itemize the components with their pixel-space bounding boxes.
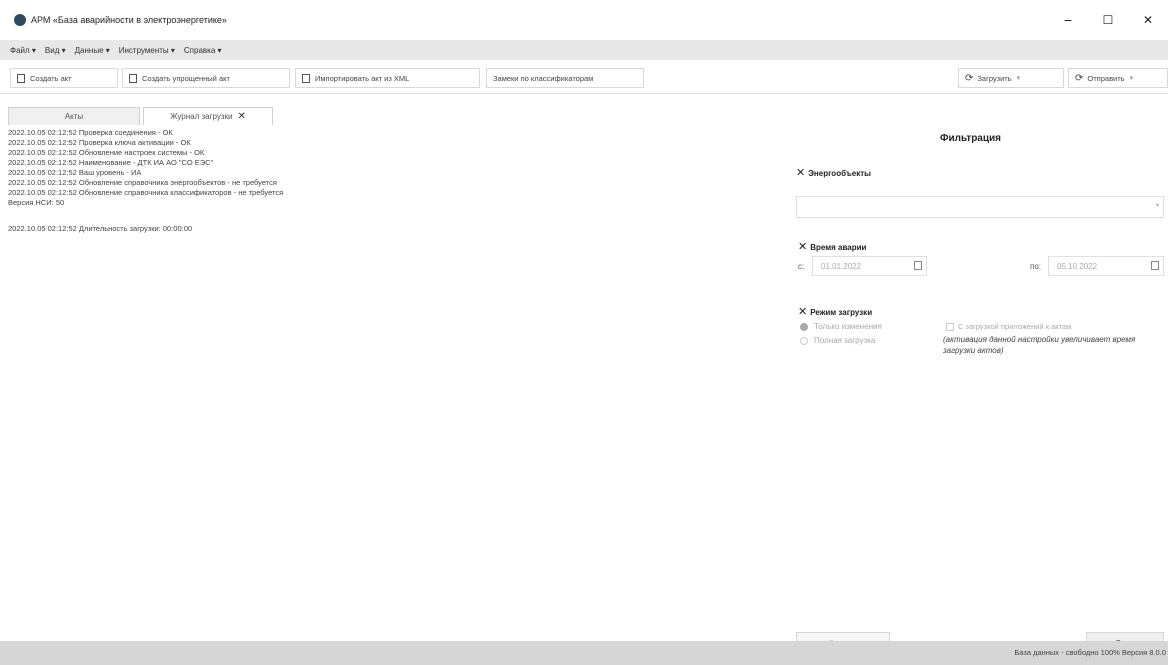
attachments-checkbox[interactable]: С загрузкой приложений к актам (946, 322, 1071, 331)
date-from-label: с: (798, 262, 805, 271)
energy-objects-select[interactable]: ▾ (796, 196, 1164, 218)
classifier-remarks-button[interactable]: Замеки по классификаторам (486, 68, 644, 88)
attachments-note: (активация данной настройки увеличивает … (943, 335, 1136, 355)
log-spacer (8, 208, 778, 224)
create-act-button[interactable]: Создать акт (10, 68, 118, 88)
refresh-icon: ⟳ (1075, 72, 1084, 84)
status-bar: База данных - свободно 100% Версия 8.0.0 (0, 641, 1168, 665)
document-icon (129, 73, 137, 83)
load-log: 2022.10.05 02:12:52 Проверка соединения … (8, 128, 778, 234)
full-load-label: Полная загрузка (814, 336, 876, 345)
menu-data[interactable]: Данные ▾ (75, 46, 110, 55)
filter-title: Фильтрация (940, 133, 1002, 144)
filter-panel: Фильтрация ✕ Энергообъекты ▾ ✕ Время авари… (790, 128, 1168, 628)
only-changes-label: Только изменения (814, 322, 882, 331)
date-to-value: 05.10.2022 (1057, 262, 1098, 271)
date-to-input[interactable]: 05.10.2022 (1048, 256, 1164, 276)
accident-time-label: Время аварии (810, 243, 867, 252)
clear-accident-time-icon[interactable]: ✕ (798, 241, 807, 253)
menu-view[interactable]: Вид ▾ (45, 46, 66, 55)
attachments-label: С загрузкой приложений к актам (958, 322, 1072, 331)
log-duration: 2022.10.05 02:12:52 Длительность загрузк… (8, 224, 193, 233)
refresh-icon: ⟳ (965, 72, 974, 84)
log-line: Версия НСИ: 50 (8, 198, 65, 207)
calendar-icon[interactable] (1151, 261, 1159, 270)
chevron-down-icon: ▾ (1155, 203, 1159, 209)
title-bar: АРМ «База аварийности в электроэнергетик… (0, 0, 1168, 40)
energy-objects-label: Энергообъекты (808, 169, 871, 178)
date-from-input[interactable]: 01.01.2022 (812, 256, 927, 276)
menu-file[interactable]: Файл ▾ (10, 46, 36, 55)
window-controls: − ☐ ✕ (1048, 0, 1168, 40)
download-label: Загрузить (977, 73, 1012, 83)
load-mode-label: Режим загрузки (810, 308, 873, 317)
classifier-remarks-label: Замеки по классификаторам (493, 73, 594, 83)
clear-load-mode-icon[interactable]: ✕ (798, 306, 807, 318)
tab-bar: Акты Журнал загрузки ✕ (8, 107, 276, 125)
status-text: База данных - свободно 100% Версия 8.0.0 (1014, 648, 1166, 657)
chevron-down-icon[interactable]: ▾ (1017, 74, 1021, 82)
send-label: Отправить (1087, 73, 1125, 83)
log-line: 2022.10.05 02:12:52 Обновление справочни… (8, 178, 277, 187)
maximize-button[interactable]: ☐ (1088, 0, 1128, 40)
import-xml-button[interactable]: Импортировать акт из XML (295, 68, 480, 88)
radio-dot (800, 322, 808, 331)
menu-help[interactable]: Справка ▾ (184, 46, 222, 55)
load-mode-header: ✕ Режим загрузки (798, 305, 872, 318)
log-line: 2022.10.05 02:12:52 Проверка ключа актив… (8, 138, 191, 147)
document-icon (17, 73, 25, 83)
checkbox-box (946, 322, 954, 331)
chevron-down-icon[interactable]: ▾ (1130, 74, 1134, 82)
create-simple-act-button[interactable]: Создать упрощенный акт (122, 68, 290, 88)
toolbar: Создать акт Создать упрощенный акт Импор… (0, 60, 1168, 94)
log-line: 2022.10.05 02:12:52 Наименование - ДТК И… (8, 158, 214, 167)
send-button[interactable]: ⟳ Отправить ▾ (1068, 68, 1168, 88)
radio-full-load[interactable]: Полная загрузка (800, 336, 875, 345)
close-icon[interactable]: ✕ (238, 111, 246, 122)
radio-dot (800, 336, 808, 345)
download-button[interactable]: ⟳ Загрузить ▾ (958, 68, 1064, 88)
tab-load-log[interactable]: Журнал загрузки ✕ (143, 107, 273, 125)
create-simple-act-label: Создать упрощенный акт (142, 73, 230, 83)
create-act-label: Создать акт (30, 73, 72, 83)
window-title: АРМ «База аварийности в электроэнергетик… (31, 15, 227, 25)
log-line: 2022.10.05 02:12:52 Обновление настроек … (8, 148, 205, 157)
date-from-value: 01.01.2022 (821, 262, 862, 271)
clear-energy-objects-icon[interactable]: ✕ (796, 167, 805, 179)
log-line: 2022.10.05 02:12:52 Ваш уровень - ИА (8, 168, 142, 177)
tab-acts-label: Акты (64, 112, 84, 121)
import-xml-label: Импортировать акт из XML (315, 73, 410, 83)
log-line: 2022.10.05 02:12:52 Обновление справочни… (8, 188, 284, 197)
menu-bar: Файл ▾ Вид ▾ Данные ▾ Инструменты ▾ Спра… (0, 40, 1168, 60)
log-line: 2022.10.05 02:12:52 Проверка соединения … (8, 128, 173, 137)
close-button[interactable]: ✕ (1128, 0, 1168, 40)
energy-objects-header: ✕ Энергообъекты (796, 166, 871, 179)
app-icon (14, 14, 26, 26)
import-icon (302, 73, 310, 83)
menu-tools[interactable]: Инструменты ▾ (119, 46, 175, 55)
calendar-icon[interactable] (914, 261, 922, 270)
date-to-label: по: (1030, 262, 1042, 271)
accident-time-header: ✕ Время аварии (798, 240, 866, 253)
radio-only-changes[interactable]: Только изменения (800, 322, 882, 331)
tab-load-log-label: Журнал загрузки (170, 112, 233, 121)
minimize-button[interactable]: − (1048, 0, 1088, 40)
status-bar-bg (0, 641, 1168, 665)
tab-acts[interactable]: Акты (8, 107, 140, 125)
